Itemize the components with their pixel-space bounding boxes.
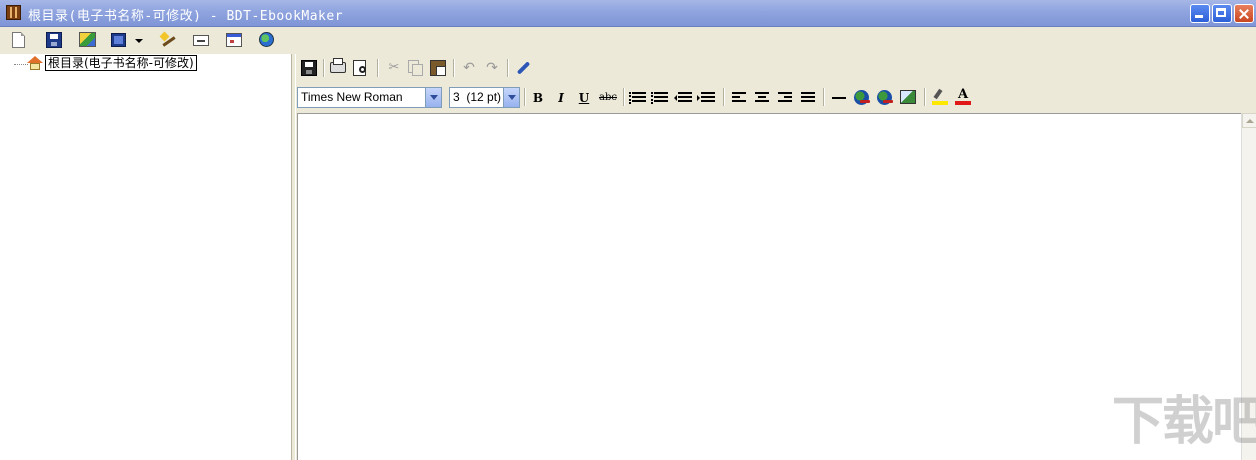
new-file-icon[interactable]	[12, 32, 25, 48]
undo-icon[interactable]: ↶	[461, 60, 477, 76]
insert-image-icon[interactable]	[79, 32, 96, 47]
print-preview-icon[interactable]	[353, 60, 366, 76]
main-toolbar	[0, 27, 1256, 54]
document-editor[interactable]	[297, 113, 1241, 460]
font-name-value: Times New Roman	[301, 90, 403, 104]
paste-icon[interactable]	[430, 60, 446, 76]
align-center-icon[interactable]	[755, 92, 769, 104]
print-icon[interactable]	[330, 58, 346, 73]
maximize-button[interactable]	[1212, 4, 1232, 23]
outdent-icon[interactable]	[674, 92, 692, 104]
tree-root-node[interactable]: 根目录(电子书名称-可修改)	[45, 55, 197, 71]
align-right-icon[interactable]	[778, 92, 792, 104]
font-name-select[interactable]: Times New Roman	[297, 87, 442, 108]
wizard-wand-icon[interactable]	[160, 32, 177, 48]
horizontal-rule-icon[interactable]	[832, 97, 846, 99]
remove-link-icon[interactable]	[877, 90, 893, 105]
chevron-down-icon[interactable]	[503, 88, 519, 107]
redo-icon[interactable]: ↷	[484, 60, 500, 76]
toolbar-separator	[524, 88, 526, 106]
align-justify-icon[interactable]	[801, 92, 815, 104]
toolbar-separator	[723, 88, 725, 106]
window-title: 根目录(电子书名称-可修改) - BDT-EbookMaker	[28, 9, 344, 24]
ordered-list-icon[interactable]	[629, 92, 646, 104]
watermark-logo: 下载吧	[1112, 392, 1256, 452]
highlight-color-icon[interactable]	[932, 89, 948, 105]
globe-icon[interactable]	[259, 32, 274, 47]
chapter-tree[interactable]: 根目录(电子书名称-可修改)	[0, 54, 292, 460]
toolbar-separator	[323, 59, 325, 77]
app-book-icon	[6, 5, 21, 20]
tree-connector	[14, 64, 28, 65]
cut-icon[interactable]: ✂	[386, 60, 402, 76]
title-bar: 根目录(电子书名称-可修改) - BDT-EbookMaker	[0, 0, 1256, 27]
pen-icon[interactable]	[515, 60, 531, 76]
toolbar-separator	[623, 88, 625, 106]
chevron-down-icon[interactable]	[425, 88, 441, 107]
align-left-icon[interactable]	[732, 92, 746, 104]
strikethrough-button[interactable]: abc	[599, 90, 617, 106]
chevron-down-icon[interactable]	[134, 31, 144, 49]
font-size-select[interactable]: 3 (12 pt)	[449, 87, 520, 108]
edit-toolbar: ✂ ↶ ↷	[296, 54, 1256, 83]
save-icon[interactable]	[46, 32, 62, 48]
font-color-icon[interactable]: A	[955, 88, 971, 105]
bold-button[interactable]: B	[530, 90, 546, 106]
font-size-value: 3 (12 pt)	[453, 90, 502, 104]
window-icon[interactable]	[226, 33, 242, 47]
insert-image-icon[interactable]	[900, 90, 916, 104]
toolbar-separator	[823, 88, 825, 106]
scroll-up-button[interactable]	[1242, 113, 1256, 128]
indent-icon[interactable]	[697, 92, 715, 104]
toolbar-separator	[377, 59, 379, 77]
card-icon[interactable]	[193, 35, 209, 46]
close-button[interactable]	[1234, 4, 1254, 23]
home-icon	[27, 56, 43, 70]
save-icon[interactable]	[301, 60, 317, 76]
underline-button[interactable]: U	[576, 90, 592, 106]
bullet-list-icon[interactable]	[651, 92, 668, 104]
layout-icon[interactable]	[111, 33, 126, 47]
italic-button[interactable]: I	[553, 90, 569, 106]
toolbar-separator	[453, 59, 455, 77]
minimize-button[interactable]	[1190, 4, 1210, 23]
copy-icon[interactable]	[408, 60, 423, 76]
insert-link-icon[interactable]	[854, 90, 870, 105]
toolbar-separator	[507, 59, 509, 77]
format-toolbar: Times New Roman 3 (12 pt) B I U abc A	[296, 83, 1256, 112]
toolbar-separator	[924, 88, 926, 106]
